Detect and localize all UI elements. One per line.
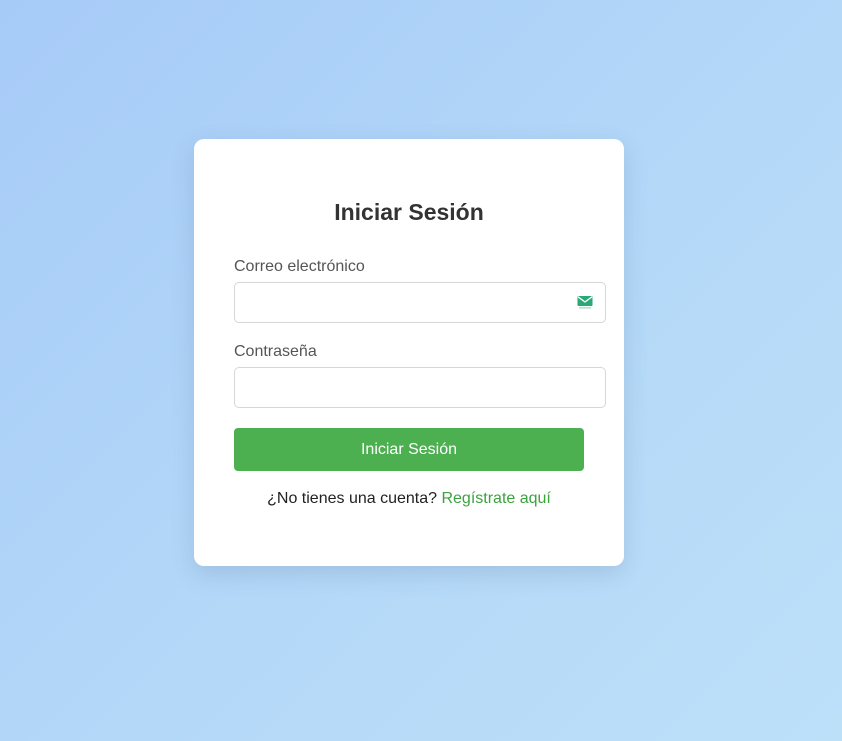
- email-label: Correo electrónico: [234, 258, 365, 275]
- register-prompt: ¿No tienes una cuenta? Regístrate aquí: [194, 490, 624, 508]
- mail-icon: [577, 295, 593, 309]
- page-title: Iniciar Sesión: [334, 199, 484, 225]
- register-prompt-text: ¿No tienes una cuenta?: [267, 490, 438, 507]
- login-button[interactable]: Iniciar Sesión: [234, 428, 584, 471]
- password-field[interactable]: [245, 369, 579, 408]
- register-link[interactable]: Regístrate aquí: [441, 490, 550, 507]
- password-field-wrapper: [234, 367, 606, 408]
- email-field[interactable]: [245, 284, 579, 323]
- email-field-wrapper: [234, 282, 606, 323]
- password-label: Contraseña: [234, 343, 317, 360]
- login-card: Iniciar Sesión Correo electrónico Contra…: [194, 139, 624, 566]
